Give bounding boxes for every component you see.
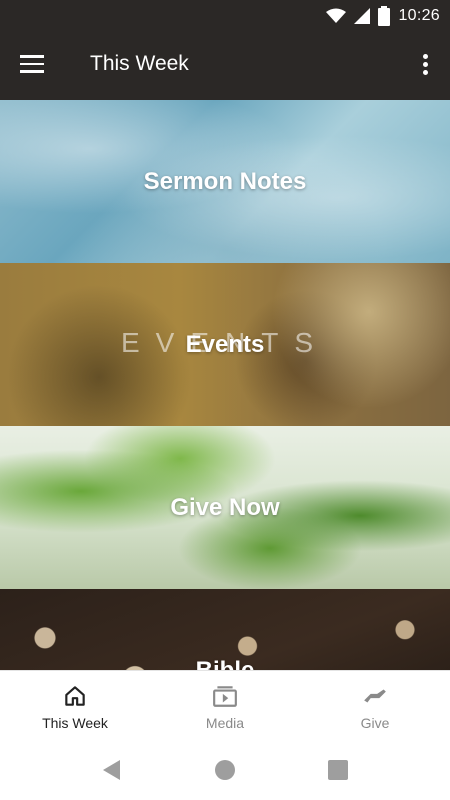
give-hand-icon	[364, 689, 386, 703]
hamburger-menu-icon	[20, 55, 50, 73]
overflow-menu-button[interactable]	[418, 54, 432, 80]
home-icon	[65, 686, 85, 706]
nav-label: This Week	[42, 715, 108, 731]
nav-item-this-week[interactable]: This Week	[0, 671, 150, 741]
status-bar: 10:26	[0, 0, 450, 32]
nav-item-media[interactable]: Media	[150, 671, 300, 741]
tile-give-now[interactable]: Give Now	[0, 426, 450, 589]
cellular-signal-icon	[354, 8, 371, 24]
tile-sermon-notes[interactable]: Sermon Notes	[0, 100, 450, 263]
system-navigation-bar	[0, 740, 450, 800]
tile-label: Bible	[0, 657, 450, 670]
status-time: 10:26	[398, 7, 440, 24]
status-icons: 10:26	[326, 6, 440, 26]
home-circle-icon[interactable]	[213, 758, 237, 782]
back-icon[interactable]	[100, 758, 124, 782]
tile-events[interactable]: EVENTS Events	[0, 263, 450, 426]
tile-label: Events	[185, 331, 265, 358]
content-list: Sermon Notes EVENTS Events Give Now Bibl…	[0, 100, 450, 670]
nav-label: Media	[205, 715, 245, 731]
tile-label: Give Now	[170, 494, 280, 521]
menu-button[interactable]	[20, 52, 50, 80]
tile-label: Sermon Notes	[143, 168, 307, 195]
nav-item-give[interactable]: Give	[300, 671, 450, 741]
battery-icon	[378, 6, 391, 26]
wifi-icon	[326, 8, 347, 23]
app-bar: This Week	[0, 32, 450, 100]
tile-bible[interactable]: Bible	[0, 589, 450, 670]
nav-label: Give	[360, 715, 390, 731]
more-vertical-icon	[418, 54, 432, 75]
bottom-navigation: This Week Media Give	[0, 670, 450, 741]
recent-apps-icon[interactable]	[326, 758, 350, 782]
page-title: This Week	[90, 52, 189, 75]
media-icon	[213, 686, 237, 707]
